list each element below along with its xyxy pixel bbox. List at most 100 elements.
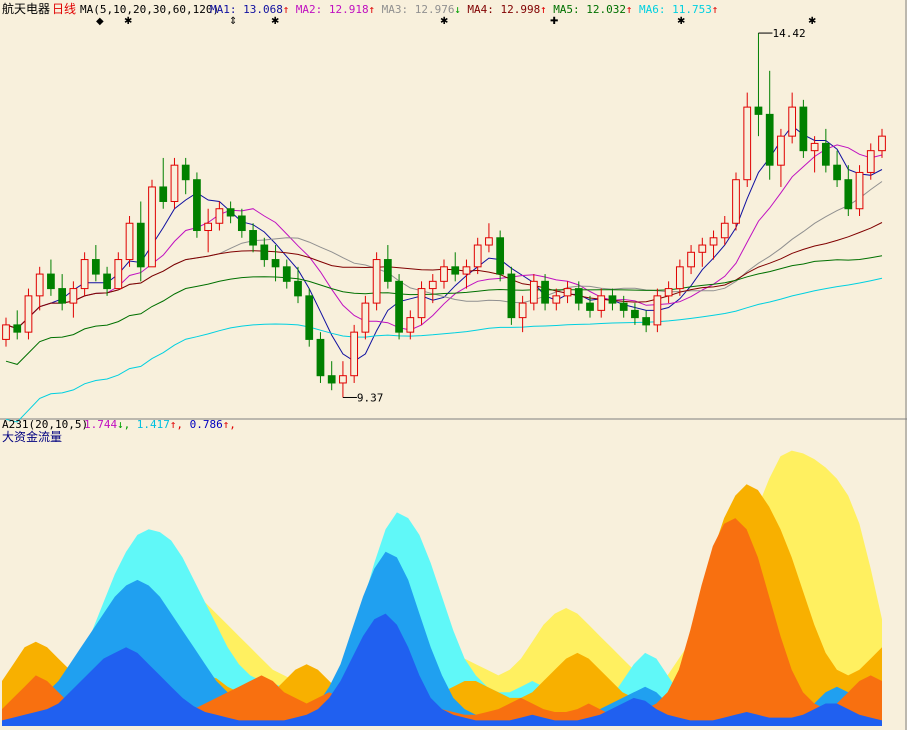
- candle-down: [507, 273, 516, 319]
- candle-down: [13, 324, 22, 333]
- stock-name: 航天电器: [2, 1, 50, 16]
- trend-arrow-icon: ↑,: [223, 418, 236, 431]
- ma-legend-item: MA3: 12.976: [382, 3, 455, 16]
- indicator-value: 0.786: [190, 418, 223, 431]
- candle-up: [372, 259, 381, 304]
- candle-up: [664, 288, 673, 297]
- candle-up: [2, 324, 10, 340]
- high-label: 14.42: [772, 27, 805, 40]
- candle-down: [765, 113, 774, 166]
- candle-down: [237, 215, 246, 232]
- candle-down: [58, 288, 67, 304]
- candle-down: [271, 259, 280, 268]
- candle-up: [440, 266, 448, 282]
- candle-up: [732, 179, 740, 224]
- candle-down: [260, 244, 269, 261]
- candle-up: [428, 280, 437, 290]
- candle-up: [720, 222, 729, 239]
- candle-up: [653, 295, 662, 326]
- candle-up: [462, 266, 471, 275]
- trend-arrow-icon: ↓,: [117, 418, 130, 431]
- candle-up: [529, 280, 538, 304]
- candle-up: [69, 288, 78, 304]
- asterisk-icon: ✱: [808, 16, 816, 27]
- candle-up: [687, 251, 695, 268]
- candle-down: [451, 266, 460, 275]
- candle-up: [788, 106, 797, 137]
- diamond-icon: ◆: [96, 16, 104, 27]
- trend-arrow-icon: ↑,: [170, 418, 183, 431]
- candle-down: [799, 106, 808, 152]
- candle-down: [586, 302, 594, 311]
- candle-down: [91, 259, 100, 275]
- candle-down: [844, 179, 853, 210]
- candle-down: [833, 164, 841, 181]
- trend-arrow-icon: ↑: [283, 3, 290, 16]
- candle-up: [350, 331, 359, 377]
- candle-down: [327, 375, 336, 384]
- candle-up: [473, 244, 482, 268]
- asterisk-icon: ✱: [271, 16, 279, 27]
- trend-arrow-icon: ↑: [712, 3, 719, 16]
- ma-legend-item: MA2: 12.918: [296, 3, 369, 16]
- candle-up: [24, 295, 33, 333]
- asterisk-icon: ✱: [440, 16, 448, 27]
- candle-up: [552, 295, 561, 304]
- trend-arrow-icon: ↑: [540, 3, 547, 16]
- indicator-title: 大资金流量: [2, 429, 62, 444]
- candle-down: [136, 222, 145, 268]
- trend-arrow-icon: ↓: [454, 3, 461, 16]
- candle-up: [339, 375, 347, 384]
- stock-chart: 航天电器 日线 MA(5,10,20,30,60,120) MA1: 13.06…: [0, 0, 907, 730]
- candle-up: [114, 259, 123, 290]
- candle-down: [642, 317, 651, 326]
- candle-down: [181, 164, 190, 181]
- candle-up: [743, 106, 752, 181]
- candle-up: [215, 208, 224, 224]
- candle-up: [563, 288, 572, 297]
- candle-up: [866, 150, 875, 173]
- plus-icon: ✚: [550, 16, 558, 27]
- candle-down: [754, 106, 763, 115]
- arrow-icon: ⇕: [229, 16, 237, 27]
- candle-up: [878, 135, 886, 152]
- candle-up: [361, 302, 370, 333]
- candle-up: [675, 266, 684, 290]
- candle-up: [204, 222, 213, 232]
- candle-up: [597, 295, 606, 311]
- candle-down: [619, 302, 628, 311]
- ma-legend-item: MA1: 13.068: [210, 3, 283, 16]
- candle-up: [406, 317, 415, 333]
- candle-down: [316, 338, 325, 377]
- candle-down: [496, 237, 505, 275]
- ma-params: MA(5,10,20,30,60,120): [80, 3, 219, 16]
- period-label: 日线: [52, 2, 76, 16]
- candle-up: [35, 273, 44, 297]
- candle-up: [125, 222, 134, 261]
- candle-down: [541, 280, 549, 304]
- candle-up: [709, 237, 718, 246]
- asterisk-icon: ✱: [124, 16, 132, 27]
- candle-down: [159, 186, 168, 202]
- indicator-value: 1.744: [84, 418, 117, 431]
- candle-down: [294, 280, 302, 297]
- candle-down: [395, 280, 403, 333]
- candle-down: [47, 273, 55, 290]
- indicator-value: 1.417: [137, 418, 170, 431]
- candle-up: [80, 259, 89, 290]
- candle-down: [821, 142, 830, 166]
- candle-up: [518, 302, 527, 319]
- candle-down: [226, 208, 235, 217]
- indicator-legend: 1.744 ↓, 1.417 ↑, 0.786 ↑,: [84, 418, 236, 431]
- asterisk-icon: ✱: [677, 16, 685, 27]
- candle-up: [417, 288, 426, 319]
- candle-down: [574, 288, 583, 304]
- candle-up: [698, 244, 707, 253]
- candle-down: [608, 295, 617, 304]
- candle-down: [631, 309, 639, 319]
- candle-up: [777, 135, 785, 166]
- candle-up: [170, 164, 179, 202]
- trend-arrow-icon: ↑: [626, 3, 633, 16]
- candle-down: [249, 230, 257, 246]
- low-label: 9.37: [357, 391, 384, 404]
